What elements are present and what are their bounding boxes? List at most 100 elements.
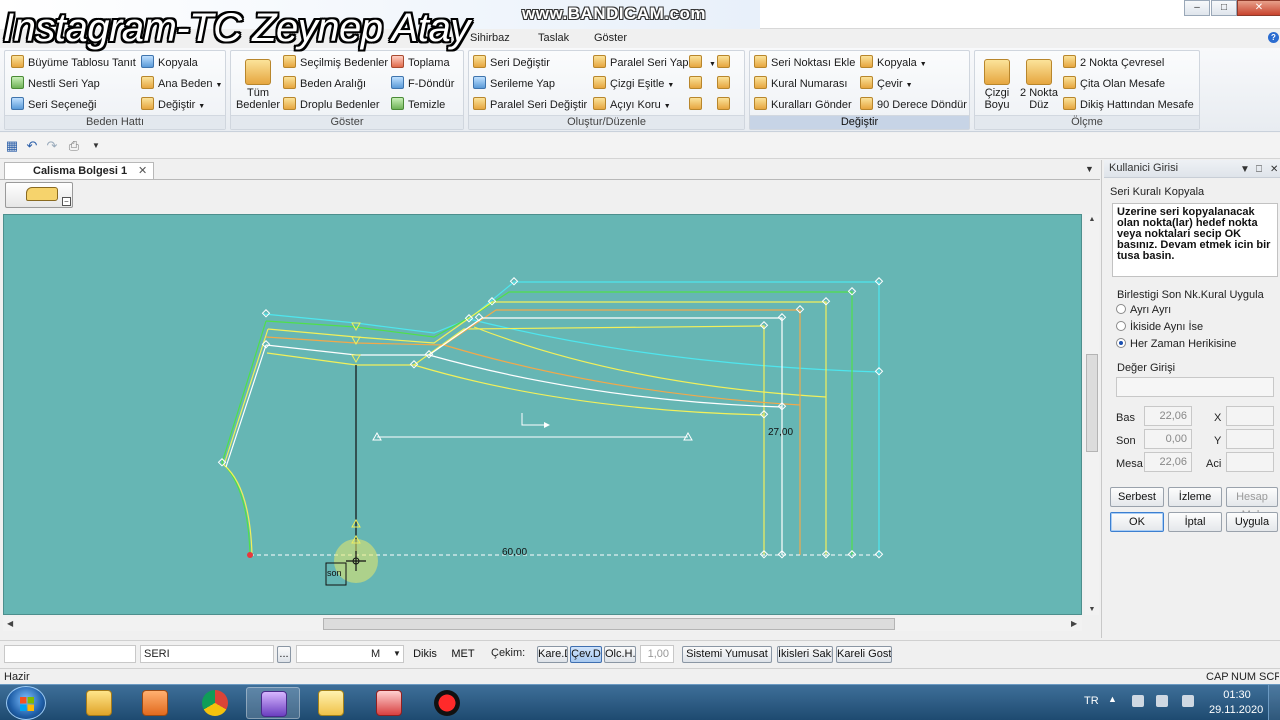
extra-tool-1-button[interactable]: ▼ bbox=[689, 54, 716, 72]
taskbar-chrome[interactable] bbox=[188, 687, 242, 719]
degistir-button[interactable]: Değiştir ▼ bbox=[141, 96, 205, 114]
taskbar-draw-app[interactable] bbox=[362, 687, 416, 719]
extra-tool-6-button[interactable] bbox=[717, 96, 734, 114]
volume-icon[interactable] bbox=[1156, 695, 1168, 707]
iptal-button[interactable]: İptal bbox=[1168, 512, 1222, 532]
beden-araligi-button[interactable]: Beden Aralığı bbox=[283, 75, 366, 93]
buyume-tablosu-button[interactable]: Büyüme Tablosu Tanıt bbox=[11, 54, 136, 72]
f-dondur-button[interactable]: F-Döndür bbox=[391, 75, 454, 93]
taskbar-piece-app[interactable] bbox=[304, 687, 358, 719]
scroll-right-icon[interactable]: ▶ bbox=[1071, 617, 1077, 631]
pattern-drawing[interactable]: 60,00 27,00 son bbox=[4, 215, 1082, 615]
kural-numarasi-button[interactable]: Kural Numarası bbox=[754, 75, 847, 93]
horizontal-scrollbar[interactable]: ◀ ▶ bbox=[3, 617, 1082, 631]
serbest-button[interactable]: Serbest bbox=[1110, 487, 1164, 507]
met-button[interactable]: MET bbox=[446, 646, 480, 663]
deger-input[interactable] bbox=[1116, 377, 1274, 397]
cizgi-esitle-button[interactable]: Çizgi Eşitle ▼ bbox=[593, 75, 674, 93]
iki-nokta-cevresel-button[interactable]: 2 Nokta Çevresel bbox=[1063, 54, 1164, 72]
seri-degistir-button[interactable]: Seri Değiştir bbox=[473, 54, 550, 72]
undo-icon[interactable]: ↶ bbox=[24, 138, 40, 154]
maximize-button[interactable]: □ bbox=[1211, 0, 1237, 16]
kopyala-button[interactable]: Kopyala bbox=[141, 54, 198, 72]
iki-nokta-duz-button[interactable]: 2 Nokta Düz bbox=[1017, 59, 1061, 111]
aci-field[interactable] bbox=[1226, 452, 1274, 472]
bas-field[interactable]: 22,06 bbox=[1144, 406, 1192, 426]
extra-tool-4-button[interactable] bbox=[689, 75, 706, 93]
radio-ayri-ayri[interactable]: Ayrı Ayrı bbox=[1116, 304, 1171, 316]
secilmis-bedenler-button[interactable]: Seçilmiş Bedenler bbox=[283, 54, 388, 72]
uygula-button[interactable]: Uygula bbox=[1226, 512, 1278, 532]
cekim-value-field[interactable]: 1,00 bbox=[640, 645, 674, 663]
show-desktop-button[interactable] bbox=[1268, 685, 1280, 720]
taskbar-media-player[interactable] bbox=[128, 687, 182, 719]
browse-button[interactable]: ... bbox=[277, 646, 291, 663]
ok-button[interactable]: OK bbox=[1110, 512, 1164, 532]
degistir-kopyala-button[interactable]: Kopyala ▼ bbox=[860, 54, 927, 72]
seri-field[interactable]: SERI bbox=[140, 645, 274, 663]
paralel-seri-degistir-button[interactable]: Paralel Seri Değiştir bbox=[473, 96, 587, 114]
action-center-icon[interactable] bbox=[1182, 695, 1194, 707]
help-icon[interactable]: ? bbox=[1268, 32, 1279, 43]
vertical-scroll-thumb[interactable] bbox=[1086, 354, 1098, 452]
radio-her-zaman[interactable]: Her Zaman Herikisine bbox=[1116, 338, 1236, 350]
horizontal-scroll-thumb[interactable] bbox=[323, 618, 895, 630]
cita-olan-mesafe-button[interactable]: Çita Olan Mesafe bbox=[1063, 75, 1165, 93]
cevir-button[interactable]: Çevir ▼ bbox=[860, 75, 913, 93]
taskbar-bandicam[interactable] bbox=[420, 687, 474, 719]
tab-calisma-bolgesi[interactable]: Calisma Bolgesi 1 ✕ bbox=[4, 162, 155, 180]
y-field[interactable] bbox=[1226, 429, 1274, 449]
minimize-button[interactable]: – bbox=[1184, 0, 1210, 16]
doksan-derece-dondur-button[interactable]: 90 Derece Döndür bbox=[860, 96, 967, 114]
toplama-button[interactable]: Toplama bbox=[391, 54, 450, 72]
hesap-makinesi-button[interactable]: Hesap Mak bbox=[1226, 487, 1278, 521]
scroll-up-icon[interactable]: ▲ bbox=[1085, 216, 1099, 223]
network-icon[interactable] bbox=[1132, 695, 1144, 707]
kurallari-gonder-button[interactable]: Kuralları Gönder bbox=[754, 96, 852, 114]
tray-expand-icon[interactable]: ▲ bbox=[1108, 694, 1117, 704]
ikisleri-sakla-button[interactable]: İkisleri Sakla bbox=[777, 646, 833, 663]
menu-sihirbaz[interactable]: Sihirbaz bbox=[470, 32, 510, 44]
panel-dropdown-icon[interactable]: ▼ bbox=[1240, 161, 1250, 178]
seri-secenegi-button[interactable]: Seri Seçeneği bbox=[11, 96, 97, 114]
taskbar-pattern-app[interactable] bbox=[246, 687, 300, 719]
scroll-down-icon[interactable]: ▼ bbox=[1085, 606, 1099, 613]
son-field[interactable]: 0,00 bbox=[1144, 429, 1192, 449]
extra-tool-2-button[interactable] bbox=[717, 54, 734, 72]
size-select[interactable]: M ▼ bbox=[296, 645, 404, 663]
temizle-button[interactable]: Temizle bbox=[391, 96, 445, 114]
extra-tool-5-button[interactable] bbox=[689, 96, 706, 114]
droplu-bedenler-button[interactable]: Droplu Bedenler bbox=[283, 96, 380, 114]
menu-taslak[interactable]: Taslak bbox=[538, 32, 569, 44]
dikis-hattindan-mesafe-button[interactable]: Dikiş Hattından Mesafe bbox=[1063, 96, 1194, 114]
nestli-seri-button[interactable]: Nestli Seri Yap bbox=[11, 75, 100, 93]
scroll-left-icon[interactable]: ◀ bbox=[7, 617, 13, 631]
close-tab-icon[interactable]: ✕ bbox=[138, 163, 147, 180]
izleme-button[interactable]: İzleme bbox=[1168, 487, 1222, 507]
save-icon[interactable]: ▦ bbox=[4, 138, 20, 154]
tab-list-dropdown-icon[interactable]: ▼ bbox=[1085, 164, 1094, 174]
print-icon[interactable]: ⎙ bbox=[66, 138, 82, 154]
clock-time[interactable]: 01:30 bbox=[1222, 689, 1252, 701]
radio-ikiside-ayni[interactable]: İkiside Aynı İse bbox=[1116, 321, 1203, 333]
x-field[interactable] bbox=[1226, 406, 1274, 426]
panel-close-icon[interactable]: ✕ bbox=[1270, 161, 1278, 178]
sistemi-yumusat-button[interactable]: Sistemi Yumusat bbox=[682, 646, 772, 663]
olc-h-button[interactable]: Olc.H. bbox=[604, 646, 636, 663]
paralel-seri-yap-button[interactable]: Paralel Seri Yap bbox=[593, 54, 688, 72]
kareli-goster-button[interactable]: Kareli Goster bbox=[836, 646, 892, 663]
language-indicator[interactable]: TR bbox=[1084, 695, 1099, 707]
clock-date[interactable]: 29.11.2020 bbox=[1209, 704, 1263, 716]
kare-d-button[interactable]: Kare.D bbox=[537, 646, 568, 663]
command-field-1[interactable] bbox=[4, 645, 136, 663]
cizgi-boyu-button[interactable]: Çizgi Boyu bbox=[977, 59, 1017, 111]
minimize-piece-icon[interactable]: – bbox=[62, 197, 71, 206]
menu-goster[interactable]: Göster bbox=[594, 32, 627, 44]
mesafe-field[interactable]: 22,06 bbox=[1144, 452, 1192, 472]
seri-noktasi-ekle-button[interactable]: Seri Noktası Ekle bbox=[754, 54, 855, 72]
serileme-yap-button[interactable]: Serileme Yap bbox=[473, 75, 555, 93]
tum-bedenler-button[interactable]: Tüm Bedenler bbox=[233, 59, 283, 111]
pin-icon[interactable]: ⎕ bbox=[1256, 161, 1262, 178]
extra-tool-3-button[interactable] bbox=[717, 75, 734, 93]
taskbar-explorer[interactable] bbox=[72, 687, 126, 719]
